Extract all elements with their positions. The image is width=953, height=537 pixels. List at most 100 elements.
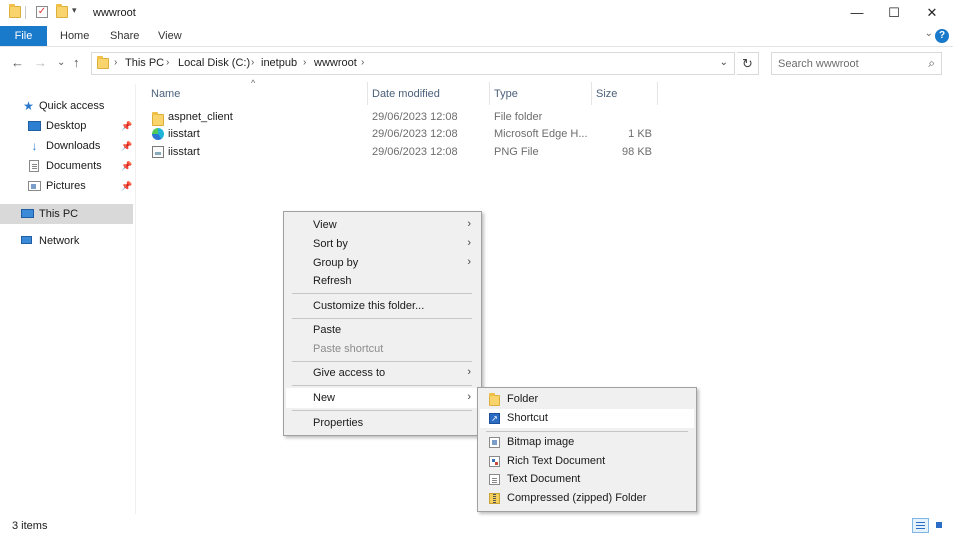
large-icons-view-button[interactable] bbox=[931, 518, 948, 533]
file-size: 1 KB bbox=[628, 128, 652, 140]
new-text-document-item[interactable]: Text Document bbox=[480, 470, 694, 489]
search-input[interactable]: Search wwwroot ⌕ bbox=[771, 52, 942, 75]
breadcrumb-local-disk[interactable]: Local Disk (C:) bbox=[178, 57, 250, 69]
file-row[interactable]: aspnet_client 29/06/2023 12:08 File fold… bbox=[145, 109, 665, 127]
address-bar[interactable]: › This PC › Local Disk (C:) › inetpub › … bbox=[91, 52, 735, 75]
menu-item-label: Shortcut bbox=[507, 412, 548, 424]
sidebar-item-label: Network bbox=[39, 235, 80, 247]
column-header-date[interactable]: Date modified bbox=[367, 83, 489, 105]
network-icon bbox=[21, 236, 32, 244]
sidebar-item-label: Documents bbox=[46, 160, 102, 172]
pin-icon[interactable]: 📌 bbox=[121, 141, 132, 152]
breadcrumb-separator[interactable]: › bbox=[303, 57, 306, 68]
refresh-button[interactable]: ↻ bbox=[737, 52, 759, 75]
folder-icon bbox=[9, 4, 21, 18]
menu-separator bbox=[292, 293, 472, 294]
tab-home[interactable]: Home bbox=[50, 26, 99, 46]
new-folder-item[interactable]: Folder bbox=[480, 390, 694, 409]
sidebar-item-this-pc[interactable]: This PC bbox=[0, 204, 133, 224]
forward-button[interactable]: → bbox=[34, 55, 47, 70]
column-header-type[interactable]: Type bbox=[489, 83, 591, 105]
new-bitmap-item[interactable]: Bitmap image bbox=[480, 433, 694, 452]
menu-item-properties[interactable]: Properties bbox=[286, 413, 479, 433]
submenu-arrow-icon: › bbox=[467, 237, 471, 249]
title-separator bbox=[25, 6, 26, 19]
new-folder-icon[interactable] bbox=[56, 4, 68, 18]
search-icon[interactable]: ⌕ bbox=[928, 56, 935, 71]
menu-item-paste-shortcut: Paste shortcut bbox=[286, 339, 479, 359]
pin-icon[interactable]: 📌 bbox=[121, 121, 132, 132]
menu-item-new[interactable]: New › bbox=[286, 388, 479, 408]
menu-item-label: Bitmap image bbox=[507, 436, 575, 448]
file-row[interactable]: iisstart 29/06/2023 12:08 Microsoft Edge… bbox=[145, 126, 665, 144]
menu-item-group-by[interactable]: Group by › bbox=[286, 253, 479, 273]
minimize-button[interactable]: — bbox=[838, 0, 876, 26]
details-view-button[interactable] bbox=[912, 518, 929, 533]
up-button[interactable]: ↑ bbox=[73, 55, 80, 70]
column-divider[interactable] bbox=[657, 82, 658, 105]
breadcrumb-inetpub[interactable]: inetpub bbox=[261, 57, 297, 69]
desktop-icon bbox=[28, 121, 41, 131]
address-history-dropdown[interactable]: ⌄ bbox=[720, 57, 728, 68]
breadcrumb-separator[interactable]: › bbox=[251, 57, 254, 68]
menu-item-view[interactable]: View › bbox=[286, 215, 479, 235]
column-header-size[interactable]: Size bbox=[591, 83, 657, 105]
column-header-label: Date modified bbox=[372, 88, 440, 100]
tab-file[interactable]: File bbox=[0, 26, 47, 46]
menu-separator bbox=[292, 410, 472, 411]
menu-separator bbox=[292, 385, 472, 386]
menu-item-refresh[interactable]: Refresh bbox=[286, 271, 479, 291]
sidebar-item-desktop[interactable]: Desktop 📌 bbox=[0, 116, 133, 136]
file-name: iisstart bbox=[168, 128, 200, 140]
recent-locations-dropdown[interactable]: ⌄ bbox=[57, 57, 65, 68]
status-bar: 3 items bbox=[0, 514, 953, 537]
tab-view[interactable]: View bbox=[148, 26, 192, 46]
menu-item-sort-by[interactable]: Sort by › bbox=[286, 234, 479, 254]
ribbon: File Home Share View ⌄ ? bbox=[0, 26, 953, 47]
pane-divider[interactable] bbox=[135, 84, 136, 514]
breadcrumb-this-pc[interactable]: This PC bbox=[125, 57, 164, 69]
close-button[interactable]: ✕ bbox=[913, 0, 951, 26]
pin-icon[interactable]: 📌 bbox=[121, 181, 132, 192]
quick-access-toolbar-dropdown[interactable]: ▾ bbox=[72, 5, 77, 16]
tab-share[interactable]: Share bbox=[100, 26, 149, 46]
folder-icon bbox=[152, 112, 164, 126]
bitmap-icon bbox=[489, 437, 500, 448]
breadcrumb-separator[interactable]: › bbox=[361, 57, 364, 68]
column-header-name[interactable]: Name bbox=[145, 83, 367, 105]
back-button[interactable]: ← bbox=[11, 55, 24, 70]
maximize-button[interactable]: ☐ bbox=[875, 0, 913, 26]
new-shortcut-item[interactable]: ↗ Shortcut bbox=[480, 409, 694, 428]
column-header-label: Name bbox=[151, 88, 181, 100]
menu-item-paste[interactable]: Paste bbox=[286, 320, 479, 340]
sidebar-item-pictures[interactable]: Pictures 📌 bbox=[0, 176, 133, 196]
file-row[interactable]: iisstart 29/06/2023 12:08 PNG File 98 KB bbox=[145, 144, 665, 162]
help-icon[interactable]: ? bbox=[935, 29, 949, 43]
submenu-arrow-icon: › bbox=[467, 366, 471, 378]
file-date: 29/06/2023 12:08 bbox=[372, 146, 458, 158]
menu-item-label: Customize this folder... bbox=[313, 300, 425, 312]
menu-item-label: Properties bbox=[313, 417, 364, 429]
menu-separator bbox=[486, 431, 688, 432]
menu-item-give-access[interactable]: Give access to › bbox=[286, 363, 479, 383]
sidebar-item-network[interactable]: Network bbox=[0, 231, 133, 251]
ribbon-expand-icon[interactable]: ⌄ bbox=[925, 28, 933, 39]
sidebar-item-quick-access[interactable]: ★ Quick access bbox=[0, 96, 133, 116]
sidebar-item-label: Desktop bbox=[46, 120, 87, 132]
properties-check-icon[interactable]: ✓ bbox=[36, 6, 48, 18]
submenu-arrow-icon: › bbox=[467, 218, 471, 230]
file-date: 29/06/2023 12:08 bbox=[372, 128, 458, 140]
sidebar-item-downloads[interactable]: ↓ Downloads 📌 bbox=[0, 136, 133, 156]
pictures-icon bbox=[28, 181, 41, 191]
breadcrumb-separator[interactable]: › bbox=[166, 57, 169, 68]
new-zip-folder-item[interactable]: Compressed (zipped) Folder bbox=[480, 489, 694, 508]
menu-item-customize-folder[interactable]: Customize this folder... bbox=[286, 296, 479, 316]
sidebar-item-documents[interactable]: Documents 📌 bbox=[0, 156, 133, 176]
menu-separator bbox=[292, 361, 472, 362]
sidebar-item-label: Quick access bbox=[39, 100, 105, 112]
pin-icon[interactable]: 📌 bbox=[121, 161, 132, 172]
new-rtf-item[interactable]: Rich Text Document bbox=[480, 452, 694, 471]
rich-text-icon bbox=[489, 456, 500, 467]
text-document-icon bbox=[489, 474, 500, 485]
breadcrumb-wwwroot[interactable]: wwwroot bbox=[314, 57, 357, 69]
